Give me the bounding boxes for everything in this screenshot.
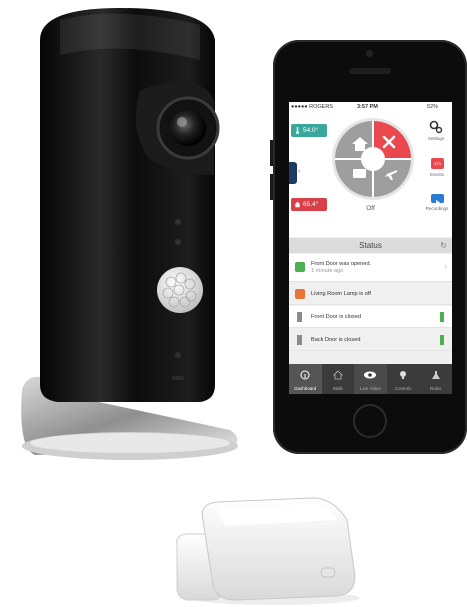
status-title: Status: [359, 241, 382, 250]
mode-panel: 54.0° › 65.4° Off Settings 373 Events Re…: [289, 112, 452, 237]
status-row-lamp[interactable]: Living Room Lamp is off: [289, 283, 452, 305]
events-label[interactable]: Events: [422, 172, 452, 177]
phone-screen: ●●●●● ROGERS 3:57 PM 52% 54.0° › 65.4° O…: [289, 102, 452, 394]
lamp-icon: [295, 289, 305, 299]
back-door-text: Back Door is closed: [311, 337, 361, 343]
carrier: ●●●●● ROGERS: [291, 104, 333, 110]
camera-body: [40, 8, 215, 402]
volume-button: [270, 140, 273, 166]
info-icon: [300, 370, 310, 380]
door-icon: [297, 312, 302, 322]
side-drawer-tab[interactable]: [289, 162, 297, 184]
smartphone: ●●●●● ROGERS 3:57 PM 52% 54.0° › 65.4° O…: [270, 40, 467, 454]
flask-icon: [431, 371, 440, 379]
ios-status-bar: ●●●●● ROGERS 3:57 PM 52%: [289, 102, 452, 112]
lamp-text: Living Room Lamp is off: [311, 291, 371, 297]
door-window-sensor: [176, 497, 360, 605]
tab-rules[interactable]: Rules: [419, 364, 452, 394]
indoor-temp-chip[interactable]: 54.0°: [291, 124, 327, 137]
mode-dial: [332, 118, 414, 200]
tab-label: Controls: [394, 386, 412, 391]
clock: 3:57 PM: [357, 104, 378, 110]
refresh-icon[interactable]: ↻: [440, 238, 447, 253]
eye-icon: [364, 371, 377, 379]
event-time: 1 minute ago: [311, 268, 344, 274]
battery-icon: [440, 312, 444, 322]
briefcase-icon: [353, 169, 366, 178]
tab-live-video[interactable]: Live Video: [354, 364, 387, 394]
status-row-front-door[interactable]: Front Door is closed: [289, 306, 452, 328]
tab-label: Rules: [429, 386, 442, 391]
volume-button: [270, 174, 273, 200]
settings-label[interactable]: Settings: [421, 136, 451, 141]
home-icon: [332, 370, 343, 380]
status-header: Status ↻: [289, 238, 452, 253]
indoor-temp: 54.0°: [303, 127, 319, 134]
motion-sensor-icon: [157, 267, 203, 313]
recordings-label[interactable]: Recordings: [422, 206, 452, 211]
events-badge: 373: [434, 161, 441, 166]
event-text: Front Door was opened.: [311, 261, 372, 267]
tab-dashboard[interactable]: Dashboard: [289, 364, 322, 394]
tab-controls[interactable]: Controls: [387, 364, 420, 394]
front-camera: [366, 50, 373, 57]
phone-speaker: [349, 68, 391, 74]
home-button: [353, 404, 387, 438]
video-icon[interactable]: [431, 194, 444, 205]
front-door-text: Front Door is closed: [311, 314, 362, 320]
battery-level: 52%: [427, 104, 439, 110]
chevron-right-icon: ›: [298, 168, 301, 175]
tab-label: Live Video: [360, 386, 381, 391]
gear-icon[interactable]: [429, 120, 443, 134]
alert-icon[interactable]: 373: [431, 158, 444, 169]
tab-bar: Dashboard Walk Live Video Controls Rules: [289, 364, 452, 394]
security-camera: [21, 8, 238, 460]
sensor-button: [320, 567, 336, 578]
door-icon: [297, 335, 302, 345]
door-event-icon: [295, 262, 305, 272]
tab-label: Dashboard: [294, 386, 317, 391]
chevron-right-icon: ›: [444, 262, 447, 271]
status-row-front-door-opened[interactable]: Front Door was opened. 1 minute ago ›: [289, 254, 452, 282]
tab-walk[interactable]: Walk: [322, 364, 355, 394]
battery-icon: [440, 335, 444, 345]
thermometer-icon: [296, 127, 299, 134]
tab-label: Walk: [332, 386, 343, 391]
status-row-back-door[interactable]: Back Door is closed: [289, 329, 452, 351]
bulb-icon: [400, 371, 407, 379]
